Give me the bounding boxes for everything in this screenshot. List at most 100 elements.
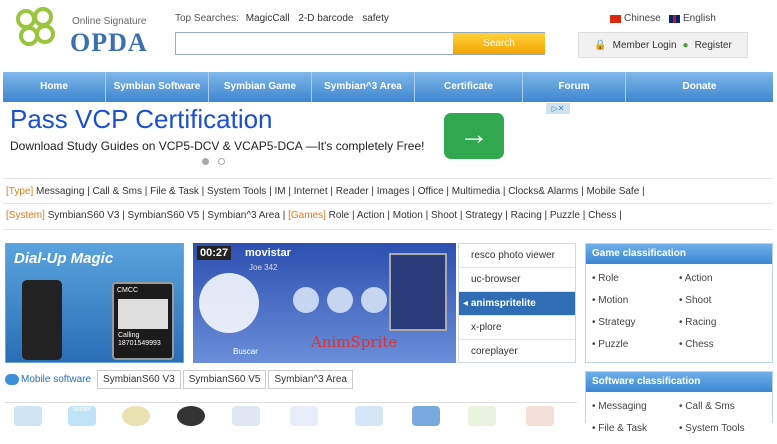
- slide-item[interactable]: resco photo viewer: [459, 244, 575, 268]
- main-nav: Home Symbian Software Symbian Game Symbi…: [3, 72, 773, 102]
- panel-title: Game classification: [586, 244, 772, 264]
- caller-photo: [118, 299, 168, 329]
- game-category-link[interactable]: • Motion: [592, 290, 679, 312]
- slide-item[interactable]: uc-browser: [459, 268, 575, 292]
- carousel-dot[interactable]: [218, 158, 225, 165]
- game-category-link[interactable]: • Puzzle: [592, 334, 679, 356]
- top-search-link[interactable]: 2-D barcode: [298, 13, 353, 24]
- nav-symbian-software[interactable]: Symbian Software: [106, 72, 209, 102]
- nav-certificate[interactable]: Certificate: [415, 72, 523, 102]
- china-flag-icon: [610, 14, 621, 23]
- twitter-icon[interactable]: twitter: [68, 406, 96, 426]
- clock-time: 00:27: [197, 246, 232, 260]
- divider: [3, 178, 773, 179]
- slide-item-label: animspritelite: [470, 298, 536, 309]
- phone-image: [22, 280, 62, 360]
- nav-donate[interactable]: Donate: [626, 72, 773, 102]
- tab-symbian3-area[interactable]: Symbian^3 Area: [268, 370, 353, 389]
- slide-item-active[interactable]: ◂ animspritelite: [459, 292, 575, 316]
- lock-icon: 🔒: [594, 39, 607, 51]
- app-icon[interactable]: [412, 406, 440, 426]
- top-search-link[interactable]: safety: [362, 13, 389, 24]
- game-category-link[interactable]: • Action: [679, 268, 766, 290]
- carousel-dot-active[interactable]: [202, 158, 209, 165]
- banner-title: Dial-Up Magic: [14, 250, 114, 267]
- app-icon[interactable]: [468, 406, 496, 426]
- panel-title: Software classification: [586, 372, 772, 392]
- sprite-cloud: [199, 273, 259, 333]
- tab-symbian-s60v5[interactable]: SymbianS60 V5: [182, 370, 267, 389]
- type-tag: [Type]: [6, 186, 34, 197]
- top-searches-label: Top Searches:: [175, 13, 239, 24]
- software-category-link[interactable]: • Messaging: [592, 396, 679, 418]
- pen-app-icon[interactable]: [232, 406, 260, 426]
- top-searches: Top Searches: MagicCall 2-D barcode safe…: [175, 13, 395, 24]
- tab-symbian-s60v3[interactable]: SymbianS60 V3: [97, 370, 181, 389]
- second-phone-screen: [389, 253, 447, 331]
- carrier-label: movistar: [245, 247, 291, 259]
- system-row: [System] SymbianS60 V3 | SymbianS60 V5 |…: [6, 210, 622, 221]
- opda-logo-icon[interactable]: [12, 6, 72, 58]
- game-category-link[interactable]: • Shoot: [679, 290, 766, 312]
- member-login-link[interactable]: Member Login: [613, 40, 677, 51]
- app-bubble-icon: [361, 287, 387, 313]
- ad-title[interactable]: Pass VCP Certification: [10, 104, 273, 135]
- logo-text[interactable]: OPDA: [70, 28, 148, 58]
- nav-symbian-game[interactable]: Symbian Game: [209, 72, 312, 102]
- system-tag: [System]: [6, 210, 45, 221]
- lang-chinese-link[interactable]: Chinese: [610, 13, 661, 24]
- software-category-link[interactable]: • Call & Sms: [679, 396, 766, 418]
- animsprite-banner[interactable]: 00:27 movistar Joe 342 Buscar AnimSprite: [193, 243, 456, 363]
- app-icon[interactable]: [14, 406, 42, 426]
- login-box: 🔒 Member Login ● Register: [578, 32, 748, 58]
- software-category-link[interactable]: • File & Task: [592, 418, 679, 440]
- game-category-link[interactable]: • Racing: [679, 312, 766, 334]
- top-search-link[interactable]: MagicCall: [246, 13, 290, 24]
- software-classification-panel: Software classification • Messaging • Ca…: [585, 371, 773, 434]
- slide-item[interactable]: coreplayer: [459, 340, 575, 364]
- lang-english-label: English: [683, 13, 716, 24]
- ad-close-icon[interactable]: ▷✕: [546, 103, 570, 114]
- lang-english-link[interactable]: English: [669, 13, 716, 24]
- user-icon: ●: [682, 39, 689, 51]
- app-icon[interactable]: [526, 406, 554, 426]
- system-links[interactable]: SymbianS60 V3 | SymbianS60 V5 | Symbian^…: [48, 210, 286, 221]
- divider: [3, 229, 773, 230]
- type-links[interactable]: Messaging | Call & Sms | File & Task | S…: [36, 186, 645, 197]
- game-category-link[interactable]: • Role: [592, 268, 679, 290]
- software-tabs: Mobile software SymbianS60 V3 SymbianS60…: [5, 370, 353, 389]
- slide-list: resco photo viewer uc-browser ◂ animspri…: [458, 243, 576, 363]
- games-tag: [Games]: [288, 210, 326, 221]
- dial-up-magic-banner[interactable]: Dial-Up Magic CMCC Calling 18701549993: [5, 243, 184, 363]
- calling-number: 18701549993: [118, 340, 161, 347]
- animsprite-caption: AnimSprite: [311, 333, 398, 351]
- phone-screen: CMCC Calling 18701549993: [112, 282, 174, 360]
- buscar-label: Buscar: [233, 347, 258, 356]
- contact-label: Joe 342: [249, 263, 278, 272]
- ad-arrow-icon[interactable]: →: [444, 113, 504, 159]
- game-category-link[interactable]: • Chess: [679, 334, 766, 356]
- nav-forum[interactable]: Forum: [523, 72, 626, 102]
- app-bubble-icon: [327, 287, 353, 313]
- app-icon[interactable]: [355, 406, 383, 426]
- search-button[interactable]: Search: [453, 33, 545, 54]
- cmcc-label: CMCC: [117, 287, 138, 294]
- app-icon[interactable]: [177, 406, 205, 426]
- game-classification-panel: Game classification • Role • Action • Mo…: [585, 243, 773, 363]
- app-icon[interactable]: [290, 406, 318, 426]
- app-icon[interactable]: [122, 406, 150, 426]
- game-category-link[interactable]: • Strategy: [592, 312, 679, 334]
- ad-subtitle[interactable]: Download Study Guides on VCP5-DCV & VCAP…: [10, 139, 424, 153]
- uk-flag-icon: [669, 14, 680, 23]
- tabs-label: Mobile software: [21, 374, 92, 385]
- app-bubble-icon: [293, 287, 319, 313]
- nav-symbian3-area[interactable]: Symbian^3 Area: [312, 72, 415, 102]
- logo-tagline: Online Signature: [72, 16, 147, 27]
- software-category-link[interactable]: • System Tools: [679, 418, 766, 440]
- games-links[interactable]: Role | Action | Motion | Shoot | Strateg…: [329, 210, 622, 221]
- lang-chinese-label: Chinese: [624, 13, 661, 24]
- nav-home[interactable]: Home: [3, 72, 106, 102]
- register-link[interactable]: Register: [695, 40, 732, 51]
- slide-item[interactable]: x-plore: [459, 316, 575, 340]
- chat-bubble-icon: [5, 374, 19, 385]
